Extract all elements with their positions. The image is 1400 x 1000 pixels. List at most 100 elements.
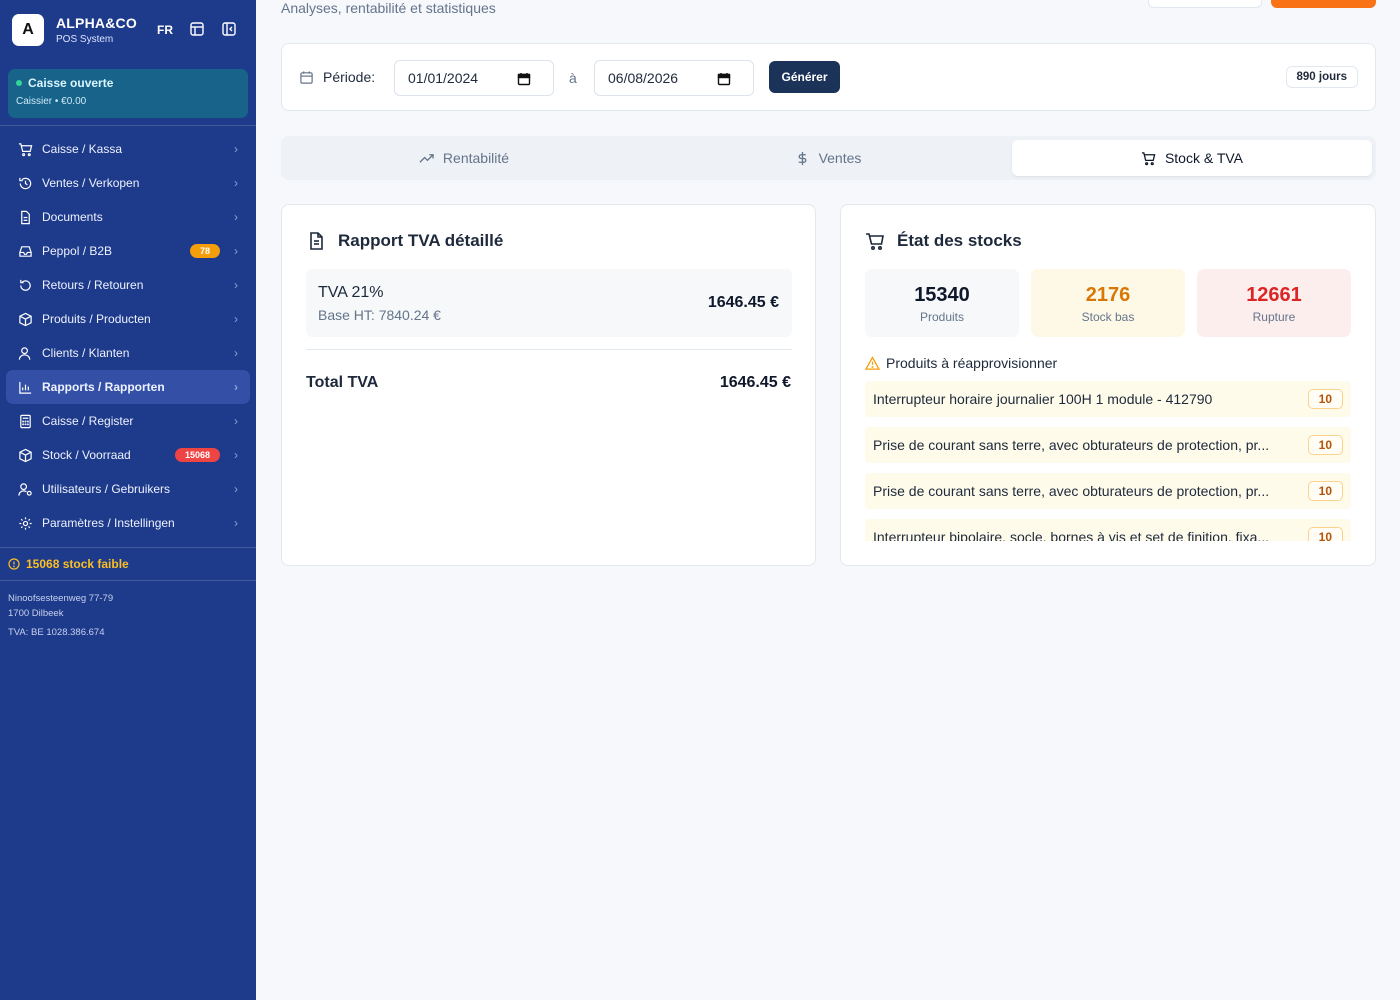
tva-base: Base HT: 7840.24 € [318,307,441,323]
product-name: Interrupteur horaire journalier 100H 1 m… [873,391,1213,407]
cart-icon [1141,151,1156,165]
cart-icon [18,142,33,156]
language-toggle[interactable]: FR [157,23,173,37]
brand[interactable]: A ALPHA&CO POS System [12,14,137,46]
low-stock-alert[interactable]: 15068 stock faible [8,557,129,571]
tva-total-label: Total TVA [306,374,379,391]
sidebar-item-register[interactable]: Caisse / Register › [6,404,250,438]
chevron-right-icon: › [234,380,238,394]
stat-out-of-stock: 12661 Rupture [1197,269,1351,337]
collapse-sidebar-icon[interactable] [221,21,237,37]
product-name: Interrupteur bipolaire, socle, bornes à … [873,529,1270,541]
divider [0,547,256,548]
sidebar-item-label: Clients / Klanten [42,346,130,360]
sidebar-item-parametres[interactable]: Paramètres / Instellingen › [6,506,250,540]
stat-value: 12661 [1246,284,1302,306]
list-item[interactable]: Interrupteur bipolaire, socle, bornes à … [865,519,1351,541]
dollar-icon [798,151,806,165]
sidebar-item-clients[interactable]: Clients / Klanten › [6,336,250,370]
period-label: Période: [299,69,375,85]
sidebar-item-label: Produits / Producten [42,312,151,326]
product-name: Prise de courant sans terre, avec obtura… [873,437,1270,453]
address-line-1: Ninoofsesteenweg 77-79 [8,593,114,604]
period-filter: Période: 01/01/2024 à 06/08/2026 Générer… [281,43,1376,111]
sidebar-item-label: Caisse / Kassa [42,142,123,156]
chevron-right-icon: › [234,448,238,462]
history-icon [19,177,32,189]
sidebar-item-caisse[interactable]: Caisse / Kassa › [6,132,250,166]
days-count-badge: 890 jours [1285,66,1358,88]
brand-logo: A [12,14,44,46]
divider [306,349,792,350]
list-item[interactable]: Prise de courant sans terre, avec obtura… [865,427,1351,463]
calendar-picker-icon[interactable] [517,72,531,86]
sidebar-item-retours[interactable]: Retours / Retouren › [6,268,250,302]
tab-stock-tva[interactable]: Stock & TVA [1012,140,1372,176]
quantity-badge: 10 [1307,481,1343,501]
tab-rentabilite[interactable]: Rentabilité [284,140,644,176]
cashier-balance: Caissier • €0.00 [16,96,87,107]
return-icon [20,279,31,291]
stock-count-badge: 15068 [174,448,220,462]
tab-label: Ventes [818,150,862,166]
sidebar-item-peppol[interactable]: Peppol / B2B 78 › [6,234,250,268]
list-item[interactable]: Interrupteur horaire journalier 100H 1 m… [865,381,1351,417]
end-date-input[interactable]: 06/08/2026 [594,60,754,96]
store-address: Ninoofsesteenweg 77-79 1700 Dilbeek TVA:… [8,591,113,640]
sidebar-item-label: Caisse / Register [42,414,134,428]
header-secondary-button[interactable] [1148,0,1262,8]
sidebar-item-produits[interactable]: Produits / Producten › [6,302,250,336]
stock-status-title-text: État des stocks [897,231,1022,250]
alert-circle-icon [8,558,20,570]
sidebar-item-ventes[interactable]: Ventes / Verkopen › [6,166,250,200]
chevron-right-icon: › [234,312,238,326]
tab-label: Stock & TVA [1164,150,1244,166]
stat-low-stock: 2176 Stock bas [1031,269,1185,337]
stock-status-title: État des stocks [865,231,1022,251]
chevron-right-icon: › [234,176,238,190]
box-icon [19,448,32,462]
header-primary-button[interactable] [1271,0,1376,8]
status-dot [16,80,22,86]
stat-value: 2176 [1085,284,1131,306]
trending-up-icon [419,153,434,163]
restock-list[interactable]: Interrupteur horaire journalier 100H 1 m… [865,381,1351,541]
calculator-icon [20,414,31,428]
tva-amount: 1646.45 € [707,294,779,311]
sidebar-item-label: Ventes / Verkopen [42,176,140,190]
inbox-icon [19,245,32,257]
chevron-right-icon: › [234,244,238,258]
warning-icon [865,355,880,370]
tva-report-title-text: Rapport TVA détaillé [338,231,504,250]
brand-subtitle: POS System [56,34,114,45]
cash-register-status[interactable]: Caisse ouverte Caissier • €0.00 [8,69,248,118]
tva-report-card: Rapport TVA détaillé TVA 21% Base HT: 78… [281,204,816,566]
document-icon [21,210,30,224]
layout-icon[interactable] [189,21,205,37]
sidebar-item-rapports[interactable]: Rapports / Rapporten › [6,370,250,404]
cart-icon [866,233,884,251]
sidebar-item-documents[interactable]: Documents › [6,200,250,234]
start-date-input[interactable]: 01/01/2024 [394,60,554,96]
document-icon [310,232,323,250]
gear-icon [19,516,32,530]
stat-label: Produits [919,310,965,324]
quantity-badge: 10 [1307,435,1343,455]
low-stock-label: 15068 stock faible [26,557,129,571]
sidebar-item-stock[interactable]: Stock / Voorraad 15068 › [6,438,250,472]
generate-button[interactable]: Générer [769,61,840,93]
tab-ventes[interactable]: Ventes [648,140,1008,176]
stat-label: Rupture [1252,310,1296,324]
list-item[interactable]: Prise de courant sans terre, avec obtura… [865,473,1351,509]
calendar-picker-icon[interactable] [717,72,731,86]
chevron-right-icon: › [234,516,238,530]
divider [0,580,256,581]
sidebar: A ALPHA&CO POS System FR Caisse ouverte … [0,0,256,1000]
peppol-count-badge: 78 [189,244,220,258]
vat-number: TVA: BE 1028.386.674 [8,627,105,638]
page-subtitle: Analyses, rentabilité et statistiques [281,0,496,16]
sidebar-item-utilisateurs[interactable]: Utilisateurs / Gebruikers › [6,472,250,506]
chevron-right-icon: › [234,414,238,428]
sidebar-nav: Caisse / Kassa › Ventes / Verkopen › Doc… [6,132,250,540]
calendar-icon [300,70,313,84]
